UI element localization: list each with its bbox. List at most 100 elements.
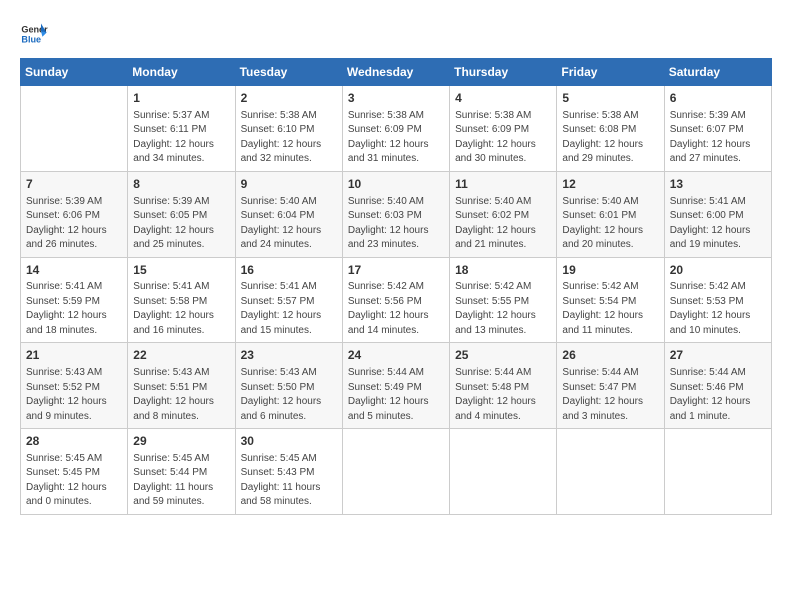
- day-info: Sunrise: 5:40 AM Sunset: 6:01 PM Dayligh…: [562, 195, 658, 253]
- day-info: Sunrise: 5:42 AM Sunset: 5:56 PM Dayligh…: [348, 280, 444, 338]
- day-cell: 3Sunrise: 5:38 AM Sunset: 6:09 PM Daylig…: [342, 86, 449, 172]
- day-cell: 12 Sunrise: 5:40 AM Sunset: 6:01 PM Dayli…: [557, 171, 664, 257]
- day-cell: [664, 429, 771, 515]
- calendar-header: SundayMondayTuesdayWednesdayThursdayFrid…: [21, 59, 772, 86]
- day-cell: 8 Sunrise: 5:39 AM Sunset: 6:05 PM Daylig…: [128, 171, 235, 257]
- day-number: 4: [455, 90, 551, 107]
- day-number: 27: [670, 347, 766, 364]
- day-cell: 2 Sunrise: 5:38 AM Sunset: 6:10 PM Daylig…: [235, 86, 342, 172]
- day-info: Sunrise: 5:44 AM Sunset: 5:47 PM Dayligh…: [562, 366, 658, 424]
- day-number: 8: [133, 176, 229, 193]
- day-info: Sunrise: 5:44 AM Sunset: 5:49 PM Dayligh…: [348, 366, 444, 424]
- page-header: General Blue: [20, 20, 772, 48]
- day-cell: 6 Sunrise: 5:39 AM Sunset: 6:07 PM Daylig…: [664, 86, 771, 172]
- day-cell: 1 Sunrise: 5:37 AM Sunset: 6:11 PM Daylig…: [128, 86, 235, 172]
- day-number: 11: [455, 176, 551, 193]
- day-number: 29: [133, 433, 229, 450]
- day-info: Sunrise: 5:37 AM Sunset: 6:11 PM Dayligh…: [133, 109, 229, 167]
- logo: General Blue: [20, 20, 52, 48]
- day-number: 18: [455, 262, 551, 279]
- day-info: Sunrise: 5:38 AM Sunset: 6:08 PM Dayligh…: [562, 109, 658, 167]
- day-cell: [450, 429, 557, 515]
- day-info: Sunrise: 5:40 AM Sunset: 6:04 PM Dayligh…: [241, 195, 337, 253]
- header-cell-tuesday: Tuesday: [235, 59, 342, 86]
- day-info: Sunrise: 5:45 AM Sunset: 5:44 PM Dayligh…: [133, 452, 229, 510]
- day-number: 7: [26, 176, 122, 193]
- day-cell: 15Sunrise: 5:41 AM Sunset: 5:58 PM Dayli…: [128, 257, 235, 343]
- day-cell: 29 Sunrise: 5:45 AM Sunset: 5:44 PM Dayli…: [128, 429, 235, 515]
- day-info: Sunrise: 5:39 AM Sunset: 6:05 PM Dayligh…: [133, 195, 229, 253]
- day-number: 10: [348, 176, 444, 193]
- header-row: SundayMondayTuesdayWednesdayThursdayFrid…: [21, 59, 772, 86]
- day-number: 24: [348, 347, 444, 364]
- day-info: Sunrise: 5:43 AM Sunset: 5:50 PM Dayligh…: [241, 366, 337, 424]
- day-number: 21: [26, 347, 122, 364]
- week-row-2: 7 Sunrise: 5:39 AM Sunset: 6:06 PM Daylig…: [21, 171, 772, 257]
- header-cell-thursday: Thursday: [450, 59, 557, 86]
- calendar-table: SundayMondayTuesdayWednesdayThursdayFrid…: [20, 58, 772, 515]
- day-cell: 30Sunrise: 5:45 AM Sunset: 5:43 PM Dayli…: [235, 429, 342, 515]
- day-cell: 28 Sunrise: 5:45 AM Sunset: 5:45 PM Dayli…: [21, 429, 128, 515]
- logo-icon: General Blue: [20, 20, 48, 48]
- day-info: Sunrise: 5:38 AM Sunset: 6:09 PM Dayligh…: [455, 109, 551, 167]
- day-cell: [557, 429, 664, 515]
- day-number: 2: [241, 90, 337, 107]
- day-info: Sunrise: 5:45 AM Sunset: 5:43 PM Dayligh…: [241, 452, 337, 510]
- day-number: 15: [133, 262, 229, 279]
- day-cell: 20Sunrise: 5:42 AM Sunset: 5:53 PM Dayli…: [664, 257, 771, 343]
- header-cell-friday: Friday: [557, 59, 664, 86]
- day-info: Sunrise: 5:38 AM Sunset: 6:10 PM Dayligh…: [241, 109, 337, 167]
- svg-text:Blue: Blue: [21, 34, 41, 44]
- week-row-1: 1 Sunrise: 5:37 AM Sunset: 6:11 PM Daylig…: [21, 86, 772, 172]
- day-number: 26: [562, 347, 658, 364]
- day-number: 1: [133, 90, 229, 107]
- day-number: 16: [241, 262, 337, 279]
- day-number: 12: [562, 176, 658, 193]
- day-info: Sunrise: 5:41 AM Sunset: 5:58 PM Dayligh…: [133, 280, 229, 338]
- day-number: 13: [670, 176, 766, 193]
- header-cell-sunday: Sunday: [21, 59, 128, 86]
- day-cell: 11 Sunrise: 5:40 AM Sunset: 6:02 PM Dayli…: [450, 171, 557, 257]
- day-cell: 23Sunrise: 5:43 AM Sunset: 5:50 PM Dayli…: [235, 343, 342, 429]
- day-number: 17: [348, 262, 444, 279]
- day-cell: 16Sunrise: 5:41 AM Sunset: 5:57 PM Dayli…: [235, 257, 342, 343]
- day-info: Sunrise: 5:39 AM Sunset: 6:06 PM Dayligh…: [26, 195, 122, 253]
- day-number: 19: [562, 262, 658, 279]
- day-cell: 27 Sunrise: 5:44 AM Sunset: 5:46 PM Dayli…: [664, 343, 771, 429]
- day-number: 14: [26, 262, 122, 279]
- day-info: Sunrise: 5:43 AM Sunset: 5:52 PM Dayligh…: [26, 366, 122, 424]
- day-cell: 4 Sunrise: 5:38 AM Sunset: 6:09 PM Daylig…: [450, 86, 557, 172]
- day-info: Sunrise: 5:39 AM Sunset: 6:07 PM Dayligh…: [670, 109, 766, 167]
- day-info: Sunrise: 5:42 AM Sunset: 5:55 PM Dayligh…: [455, 280, 551, 338]
- day-info: Sunrise: 5:40 AM Sunset: 6:02 PM Dayligh…: [455, 195, 551, 253]
- week-row-3: 14Sunrise: 5:41 AM Sunset: 5:59 PM Dayli…: [21, 257, 772, 343]
- day-info: Sunrise: 5:45 AM Sunset: 5:45 PM Dayligh…: [26, 452, 122, 510]
- week-row-5: 28 Sunrise: 5:45 AM Sunset: 5:45 PM Dayli…: [21, 429, 772, 515]
- day-info: Sunrise: 5:42 AM Sunset: 5:53 PM Dayligh…: [670, 280, 766, 338]
- day-cell: 14Sunrise: 5:41 AM Sunset: 5:59 PM Dayli…: [21, 257, 128, 343]
- day-cell: [21, 86, 128, 172]
- day-info: Sunrise: 5:42 AM Sunset: 5:54 PM Dayligh…: [562, 280, 658, 338]
- day-cell: 9Sunrise: 5:40 AM Sunset: 6:04 PM Daylig…: [235, 171, 342, 257]
- day-cell: 25Sunrise: 5:44 AM Sunset: 5:48 PM Dayli…: [450, 343, 557, 429]
- day-info: Sunrise: 5:43 AM Sunset: 5:51 PM Dayligh…: [133, 366, 229, 424]
- day-cell: 21 Sunrise: 5:43 AM Sunset: 5:52 PM Dayli…: [21, 343, 128, 429]
- day-cell: 18Sunrise: 5:42 AM Sunset: 5:55 PM Dayli…: [450, 257, 557, 343]
- header-cell-wednesday: Wednesday: [342, 59, 449, 86]
- day-cell: 17Sunrise: 5:42 AM Sunset: 5:56 PM Dayli…: [342, 257, 449, 343]
- day-cell: 7 Sunrise: 5:39 AM Sunset: 6:06 PM Daylig…: [21, 171, 128, 257]
- day-number: 25: [455, 347, 551, 364]
- day-info: Sunrise: 5:41 AM Sunset: 5:59 PM Dayligh…: [26, 280, 122, 338]
- day-cell: 5Sunrise: 5:38 AM Sunset: 6:08 PM Daylig…: [557, 86, 664, 172]
- week-row-4: 21 Sunrise: 5:43 AM Sunset: 5:52 PM Dayli…: [21, 343, 772, 429]
- day-cell: 24 Sunrise: 5:44 AM Sunset: 5:49 PM Dayli…: [342, 343, 449, 429]
- day-cell: 26 Sunrise: 5:44 AM Sunset: 5:47 PM Dayli…: [557, 343, 664, 429]
- day-number: 22: [133, 347, 229, 364]
- day-number: 28: [26, 433, 122, 450]
- day-info: Sunrise: 5:44 AM Sunset: 5:46 PM Dayligh…: [670, 366, 766, 424]
- day-number: 6: [670, 90, 766, 107]
- day-cell: 10Sunrise: 5:40 AM Sunset: 6:03 PM Dayli…: [342, 171, 449, 257]
- calendar-body: 1 Sunrise: 5:37 AM Sunset: 6:11 PM Daylig…: [21, 86, 772, 515]
- day-cell: 13Sunrise: 5:41 AM Sunset: 6:00 PM Dayli…: [664, 171, 771, 257]
- day-number: 3: [348, 90, 444, 107]
